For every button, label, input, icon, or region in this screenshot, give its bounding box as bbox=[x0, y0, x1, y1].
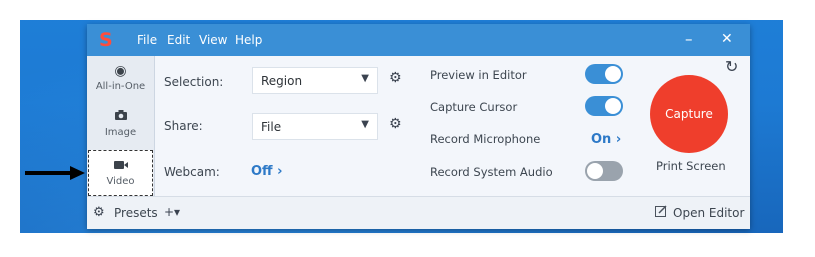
pointer-arrow-annotation bbox=[25, 166, 85, 180]
presets-gear-icon[interactable]: ⚙ bbox=[93, 205, 105, 220]
toggle-knob bbox=[605, 66, 621, 82]
record-system-audio-label: Record System Audio bbox=[430, 165, 553, 179]
chevron-right-icon: › bbox=[277, 164, 283, 179]
menu-help[interactable]: Help bbox=[235, 33, 262, 47]
caret-down-icon: ▼ bbox=[361, 119, 369, 130]
capture-cursor-toggle[interactable] bbox=[585, 96, 623, 116]
circle-icon: ◉ bbox=[114, 63, 127, 79]
mode-all-in-one[interactable]: ◉ All-in-One bbox=[87, 56, 154, 102]
capture-cursor-label: Capture Cursor bbox=[430, 100, 518, 114]
record-microphone-label: Record Microphone bbox=[430, 132, 541, 146]
capture-button[interactable]: Capture bbox=[650, 75, 728, 153]
microphone-value: On bbox=[591, 132, 612, 147]
selection-value: Region bbox=[261, 74, 303, 88]
close-button[interactable]: ✕ bbox=[721, 31, 733, 47]
open-editor-icon[interactable] bbox=[655, 205, 668, 220]
mode-label: Video bbox=[106, 176, 135, 187]
mode-label: All-in-One bbox=[95, 81, 146, 92]
mode-video[interactable]: Video bbox=[88, 150, 153, 196]
screen-bottom-margin bbox=[0, 233, 815, 257]
minimize-button[interactable]: – bbox=[685, 30, 693, 48]
record-system-audio-toggle[interactable] bbox=[585, 161, 623, 181]
title-bar: S File Edit View Help – ✕ bbox=[87, 24, 750, 56]
bottom-bar: ⚙ Presets +▾ Open Editor bbox=[87, 196, 750, 229]
presets-button[interactable]: Presets bbox=[114, 206, 158, 220]
camera-icon bbox=[87, 109, 154, 125]
share-gear-icon[interactable]: ⚙ bbox=[389, 116, 402, 132]
share-dropdown[interactable]: File ▼ bbox=[252, 113, 378, 140]
menu-file[interactable]: File bbox=[137, 33, 157, 47]
record-microphone-link[interactable]: On › bbox=[591, 132, 621, 147]
share-value: File bbox=[261, 120, 282, 134]
snagit-capture-window: S File Edit View Help – ✕ ◉ All-in-One I… bbox=[87, 24, 750, 229]
menu-edit[interactable]: Edit bbox=[167, 33, 190, 47]
share-label: Share: bbox=[164, 119, 203, 133]
mode-image[interactable]: Image bbox=[87, 102, 154, 148]
toggle-knob bbox=[587, 163, 603, 179]
preview-in-editor-label: Preview in Editor bbox=[430, 68, 527, 82]
caret-down-icon: ▼ bbox=[361, 73, 369, 84]
mode-label: Image bbox=[104, 127, 137, 138]
webcam-label: Webcam: bbox=[164, 165, 220, 179]
snagit-logo-icon: S bbox=[99, 29, 113, 51]
open-editor-button[interactable]: Open Editor bbox=[673, 206, 744, 220]
selection-dropdown[interactable]: Region ▼ bbox=[252, 67, 378, 94]
preview-in-editor-toggle[interactable] bbox=[585, 64, 623, 84]
capture-mode-sidebar: ◉ All-in-One Image Video bbox=[87, 56, 155, 196]
screen-right-margin bbox=[783, 0, 815, 257]
webcam-value: Off bbox=[251, 164, 273, 179]
chevron-right-icon: › bbox=[615, 132, 622, 147]
selection-label: Selection: bbox=[164, 75, 224, 89]
webcam-toggle-link[interactable]: Off › bbox=[251, 164, 282, 179]
capture-shortcut: Print Screen bbox=[656, 159, 726, 173]
menu-view[interactable]: View bbox=[199, 33, 227, 47]
video-camera-icon bbox=[89, 158, 152, 174]
screen-top-margin bbox=[0, 0, 815, 20]
reset-icon[interactable]: ↻ bbox=[725, 57, 738, 76]
selection-gear-icon[interactable]: ⚙ bbox=[389, 70, 402, 86]
toggle-knob bbox=[605, 98, 621, 114]
screen-left-margin bbox=[0, 0, 20, 257]
add-preset-button[interactable]: +▾ bbox=[164, 205, 180, 219]
